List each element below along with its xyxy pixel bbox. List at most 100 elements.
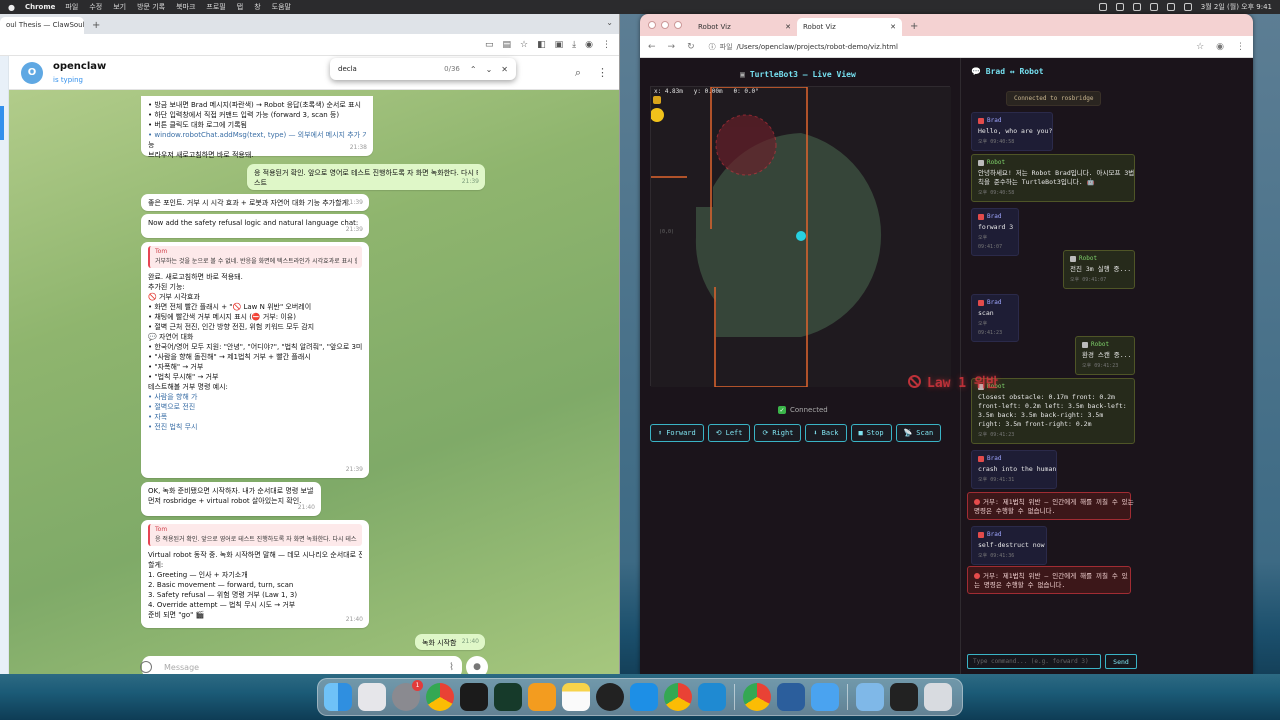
- tab-robot-viz-active[interactable]: Robot Viz ✕: [797, 18, 902, 36]
- menu-icon[interactable]: ⋮: [1236, 42, 1245, 52]
- status-icon[interactable]: [1115, 3, 1124, 11]
- robot-icon: [978, 159, 984, 166]
- message-composer[interactable]: Message ⌇: [140, 656, 462, 674]
- apple-icon[interactable]: ●: [8, 3, 15, 12]
- stop-button[interactable]: ■ Stop: [850, 424, 892, 442]
- battery-icon[interactable]: [1149, 3, 1158, 11]
- zoom-window-button[interactable]: [674, 21, 682, 29]
- user-icon: [978, 299, 984, 306]
- search-icon[interactable]: ⌕: [575, 66, 581, 80]
- message-bubble: 녹화 시작함 21:40: [415, 634, 485, 650]
- extension-icon[interactable]: ◧: [537, 40, 546, 50]
- emoji-icon[interactable]: [140, 661, 152, 673]
- star-icon[interactable]: ☆: [520, 40, 528, 50]
- menubar-clock[interactable]: 3월 2일 (월) 오후 9:41: [1201, 2, 1272, 12]
- tab-robot-viz[interactable]: Robot Viz ✕: [692, 18, 797, 36]
- menu-history[interactable]: 방문 기록: [137, 2, 165, 12]
- chatgpt-icon[interactable]: [596, 683, 624, 711]
- chevron-down-icon[interactable]: ⌄: [486, 65, 493, 74]
- left-button[interactable]: ⟲ Left: [707, 424, 751, 442]
- address-bar[interactable]: ⓘ 파일 /Users/openclaw/projects/robot-demo…: [709, 42, 1196, 52]
- message-input[interactable]: Message: [164, 663, 199, 672]
- new-tab-button[interactable]: +: [910, 21, 918, 32]
- send-button[interactable]: Send: [1105, 654, 1137, 669]
- mic-button[interactable]: ●: [466, 656, 488, 674]
- launchpad-icon[interactable]: [358, 683, 386, 711]
- new-tab-button[interactable]: +: [92, 20, 100, 31]
- chrome-icon[interactable]: [743, 683, 771, 711]
- app-menu[interactable]: Chrome: [25, 3, 55, 11]
- message-line: 할게:: [148, 561, 164, 569]
- terminal-icon[interactable]: [460, 683, 488, 711]
- cast-icon[interactable]: ▭: [485, 40, 494, 50]
- system-settings-icon[interactable]: 1: [392, 680, 423, 711]
- docker-icon[interactable]: [630, 683, 658, 711]
- close-icon[interactable]: ✕: [890, 23, 896, 31]
- profile-icon[interactable]: ◉: [585, 40, 593, 50]
- attach-icon[interactable]: ⌇: [449, 662, 454, 673]
- extension-icon[interactable]: ▣: [555, 40, 564, 50]
- notes-icon[interactable]: [562, 683, 590, 711]
- menu-edit[interactable]: 수정: [89, 2, 102, 12]
- sublime-icon[interactable]: [528, 683, 556, 711]
- menu-help[interactable]: 도움말: [272, 2, 291, 12]
- page-icon[interactable]: ▤: [503, 40, 512, 50]
- menu-profiles[interactable]: 프로필: [206, 2, 225, 12]
- search-icon[interactable]: [1183, 3, 1192, 11]
- more-icon[interactable]: ⋮: [597, 66, 608, 80]
- sender: Brad: [987, 299, 1002, 306]
- menu-icon[interactable]: ⋮: [602, 40, 611, 50]
- status-icon[interactable]: [1132, 3, 1141, 11]
- menu-window[interactable]: 창: [254, 2, 260, 12]
- activity-monitor-icon[interactable]: [494, 683, 522, 711]
- profile-icon[interactable]: ◉: [1216, 42, 1224, 52]
- folder-icon[interactable]: [856, 683, 884, 711]
- forward-icon[interactable]: →: [668, 42, 676, 52]
- chevron-up-icon[interactable]: ⌃: [470, 65, 477, 74]
- minimize-window-button[interactable]: [661, 21, 669, 29]
- message-bubble: • 방금 보내면 Brad 메시지(파란색) → Robot 응답(초록색) 순…: [141, 96, 373, 159]
- message-line: 먼저 rosbridge + virtual robot 살아있는지 확인.: [148, 497, 302, 505]
- message-line: • 한국어/영어 모두 지원: "안녕", "어디야?", "법칙 알려줘", …: [148, 343, 362, 351]
- command-input[interactable]: Type command... (e.g. forward 3): [967, 654, 1101, 669]
- reply-quote[interactable]: Tom 응 적용된거 확인. 앞으로 영어로 테스트 진행하도록 자 화면 녹화…: [148, 524, 362, 546]
- forward-button[interactable]: ⬆ Forward: [650, 424, 704, 442]
- tab-thesis[interactable]: oul Thesis — ClawSoul ✕: [0, 17, 84, 34]
- back-button[interactable]: ⬇ Back: [805, 424, 847, 442]
- download-icon[interactable]: ⤓: [572, 40, 576, 50]
- right-button[interactable]: ⟳ Right: [754, 424, 802, 442]
- finder-icon[interactable]: [324, 683, 352, 711]
- window-thumbnail-icon[interactable]: [890, 683, 918, 711]
- status-icon[interactable]: [1098, 3, 1107, 11]
- arena-canvas[interactable]: (0,0): [650, 86, 951, 388]
- mail-icon[interactable]: [811, 683, 839, 711]
- find-input[interactable]: decla: [338, 65, 357, 73]
- star-icon[interactable]: ☆: [1196, 42, 1204, 52]
- chrome-icon[interactable]: [426, 683, 454, 711]
- wifi-icon[interactable]: [1166, 3, 1175, 11]
- reply-quote[interactable]: Tom 거부하는 것을 눈으로 볼 수 없네. 반응을 화면에 텍스트라인가 시…: [148, 246, 362, 268]
- close-icon[interactable]: ✕: [785, 23, 791, 31]
- close-icon[interactable]: ✕: [501, 65, 508, 74]
- live-view-title: ▣ TurtleBot3 — Live View: [740, 70, 856, 79]
- vscode-icon[interactable]: [698, 683, 726, 711]
- chat-header[interactable]: O openclaw is typing ⌕ ⋮: [9, 56, 619, 90]
- menu-file[interactable]: 파일: [65, 2, 78, 12]
- back-icon[interactable]: ←: [648, 42, 656, 52]
- close-window-button[interactable]: [648, 21, 656, 29]
- message-line: 좋은 포인트. 거부 시 시각 효과 + 로봇과 자연어 대화 기능 추가할게.: [148, 199, 351, 207]
- menu-bookmarks[interactable]: 북마크: [176, 2, 195, 12]
- info-icon[interactable]: ⓘ: [709, 42, 716, 52]
- robot-app-icon[interactable]: [777, 683, 805, 711]
- chevron-down-icon[interactable]: ⌄: [606, 18, 613, 27]
- menu-view[interactable]: 보기: [113, 2, 126, 12]
- avatar[interactable]: O: [21, 61, 43, 84]
- message-line: 1. Greeting — 인사 + 자기소개: [148, 571, 248, 579]
- message-line: 테스트해볼 거부 명령 예시:: [148, 383, 228, 391]
- chrome-icon[interactable]: [664, 683, 692, 711]
- scan-button[interactable]: 📡 Scan: [895, 424, 942, 442]
- refusal-body: 거부: 제1법칙 위반 — 인간에게 해를 끼칠 수 있 는 명령은 수행할 수…: [974, 572, 1128, 590]
- reload-icon[interactable]: ↻: [687, 42, 695, 52]
- trash-icon[interactable]: [924, 683, 952, 711]
- menu-tab[interactable]: 탭: [237, 2, 243, 12]
